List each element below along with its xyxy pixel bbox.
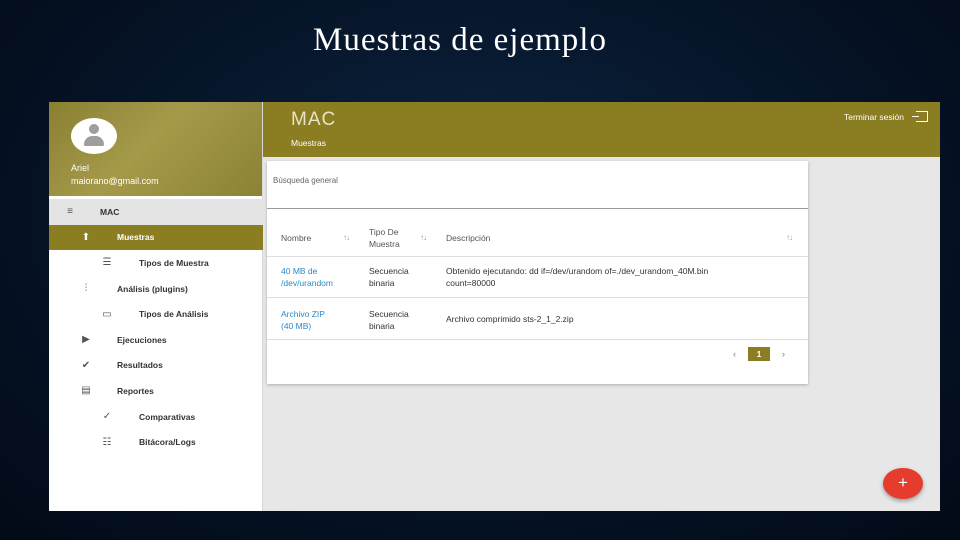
pagination: ‹ 1 › xyxy=(733,347,785,361)
play-icon: ▶ xyxy=(82,334,90,346)
breadcrumb: Muestras xyxy=(291,138,326,148)
user-name: Ariel xyxy=(71,163,90,173)
video-label-icon: ▭ xyxy=(102,308,112,320)
sidebar-item-resultados[interactable]: ✔ Resultados xyxy=(49,353,263,379)
sample-type: Secuencia binaria xyxy=(369,309,409,331)
sort-icon[interactable]: ↑↓ xyxy=(343,233,350,242)
check-circle-icon: ✔ xyxy=(81,359,91,371)
sidebar-item-ejecuciones[interactable]: ▶ Ejecuciones xyxy=(49,327,263,353)
app-name: MAC xyxy=(291,109,337,130)
sidebar-item-bitacora[interactable]: ☷ Bitácora/Logs xyxy=(49,429,263,455)
app-window: Ariel maiorano@gmail.com ≡ MAC ⬆ Muestra… xyxy=(49,102,940,511)
next-page-button[interactable]: › xyxy=(782,349,785,359)
exit-icon xyxy=(912,111,928,122)
sidebar-item-label: Muestras xyxy=(117,232,155,243)
logout-button[interactable]: Terminar sesión xyxy=(844,111,928,122)
sidebar-item-analisis[interactable]: ⫶ Análisis (plugins) xyxy=(49,276,263,302)
sidebar-item-label: Ejecuciones xyxy=(117,334,167,345)
sidebar-item-label: Análisis (plugins) xyxy=(117,283,188,294)
sidebar-item-label: Bitácora/Logs xyxy=(139,437,196,448)
user-email: maiorano@gmail.com xyxy=(71,176,159,186)
column-header-tipo[interactable]: Tipo De Muestra xyxy=(369,226,415,250)
sidebar-item-tipos-analisis[interactable]: ▭ Tipos de Análisis xyxy=(49,301,263,327)
sidebar-item-label: Comparativas xyxy=(139,411,196,422)
sample-description: Archivo comprimido sts-2_1_2.zip xyxy=(446,314,574,324)
column-header-nombre[interactable]: Nombre xyxy=(281,233,311,243)
search-input[interactable] xyxy=(273,173,693,187)
sample-name-link[interactable]: 40 MB de /dev/urandom xyxy=(281,265,365,289)
avatar[interactable] xyxy=(71,118,117,154)
sidebar-item-label: Tipos de Muestra xyxy=(139,257,209,268)
sample-description: Obtenido ejecutando: dd if=/dev/urandom … xyxy=(446,266,709,288)
profile-header: Ariel maiorano@gmail.com xyxy=(49,102,262,196)
sidebar-item-tipos-muestra[interactable]: ☰ Tipos de Muestra xyxy=(49,250,263,276)
sidebar-item-comparativas[interactable]: ✓ Comparativas xyxy=(49,404,263,430)
sidebar-item-mac[interactable]: ≡ MAC xyxy=(49,199,263,225)
add-sample-button[interactable]: + xyxy=(883,468,923,499)
search-area xyxy=(267,161,808,209)
table-row: 40 MB de /dev/urandom Secuencia binaria … xyxy=(267,258,808,298)
table-row: Archivo ZIP (40 MB) Secuencia binaria Ar… xyxy=(267,299,808,340)
sample-name-link[interactable]: Archivo ZIP (40 MB) xyxy=(281,308,365,332)
sort-icon[interactable]: ↑↓ xyxy=(420,233,427,242)
slide-title: Muestras de ejemplo xyxy=(313,22,607,58)
library-books-icon: ▤ xyxy=(81,385,91,397)
compare-icon: ✓ xyxy=(102,411,112,423)
avatar-head xyxy=(89,124,99,134)
sidebar-item-label: MAC xyxy=(100,206,120,217)
avatar-body xyxy=(84,136,104,146)
sidebar: Ariel maiorano@gmail.com ≡ MAC ⬆ Muestra… xyxy=(49,102,263,511)
sidebar-item-label: Reportes xyxy=(117,385,154,396)
table-header: Nombre ↑↓ Tipo De Muestra ↑↓ Descripción… xyxy=(267,221,808,257)
page-1-button[interactable]: 1 xyxy=(748,347,770,361)
sort-icon[interactable]: ↑↓ xyxy=(786,233,793,242)
upload-icon: ⬆ xyxy=(81,231,91,243)
logout-label: Terminar sesión xyxy=(844,111,904,122)
equalizer-icon: ⫶ xyxy=(84,283,88,295)
sidebar-nav: ≡ MAC ⬆ Muestras ☰ Tipos de Muestra ⫶ An… xyxy=(49,199,263,455)
sidebar-item-label: Resultados xyxy=(117,360,163,371)
samples-card: Nombre ↑↓ Tipo De Muestra ↑↓ Descripción… xyxy=(267,161,808,384)
prev-page-button[interactable]: ‹ xyxy=(733,349,736,359)
list-icon: ☰ xyxy=(102,257,112,269)
notes-icon: ☷ xyxy=(102,436,112,448)
sidebar-item-muestras[interactable]: ⬆ Muestras xyxy=(49,224,263,251)
column-header-descripcion[interactable]: Descripción xyxy=(446,233,490,243)
sample-type: Secuencia binaria xyxy=(369,266,409,288)
sidebar-item-reportes[interactable]: ▤ Reportes xyxy=(49,378,263,404)
top-bar: MAC Muestras Terminar sesión xyxy=(263,102,940,157)
sidebar-item-label: Tipos de Análisis xyxy=(139,309,209,320)
menu-icon: ≡ xyxy=(67,206,73,218)
